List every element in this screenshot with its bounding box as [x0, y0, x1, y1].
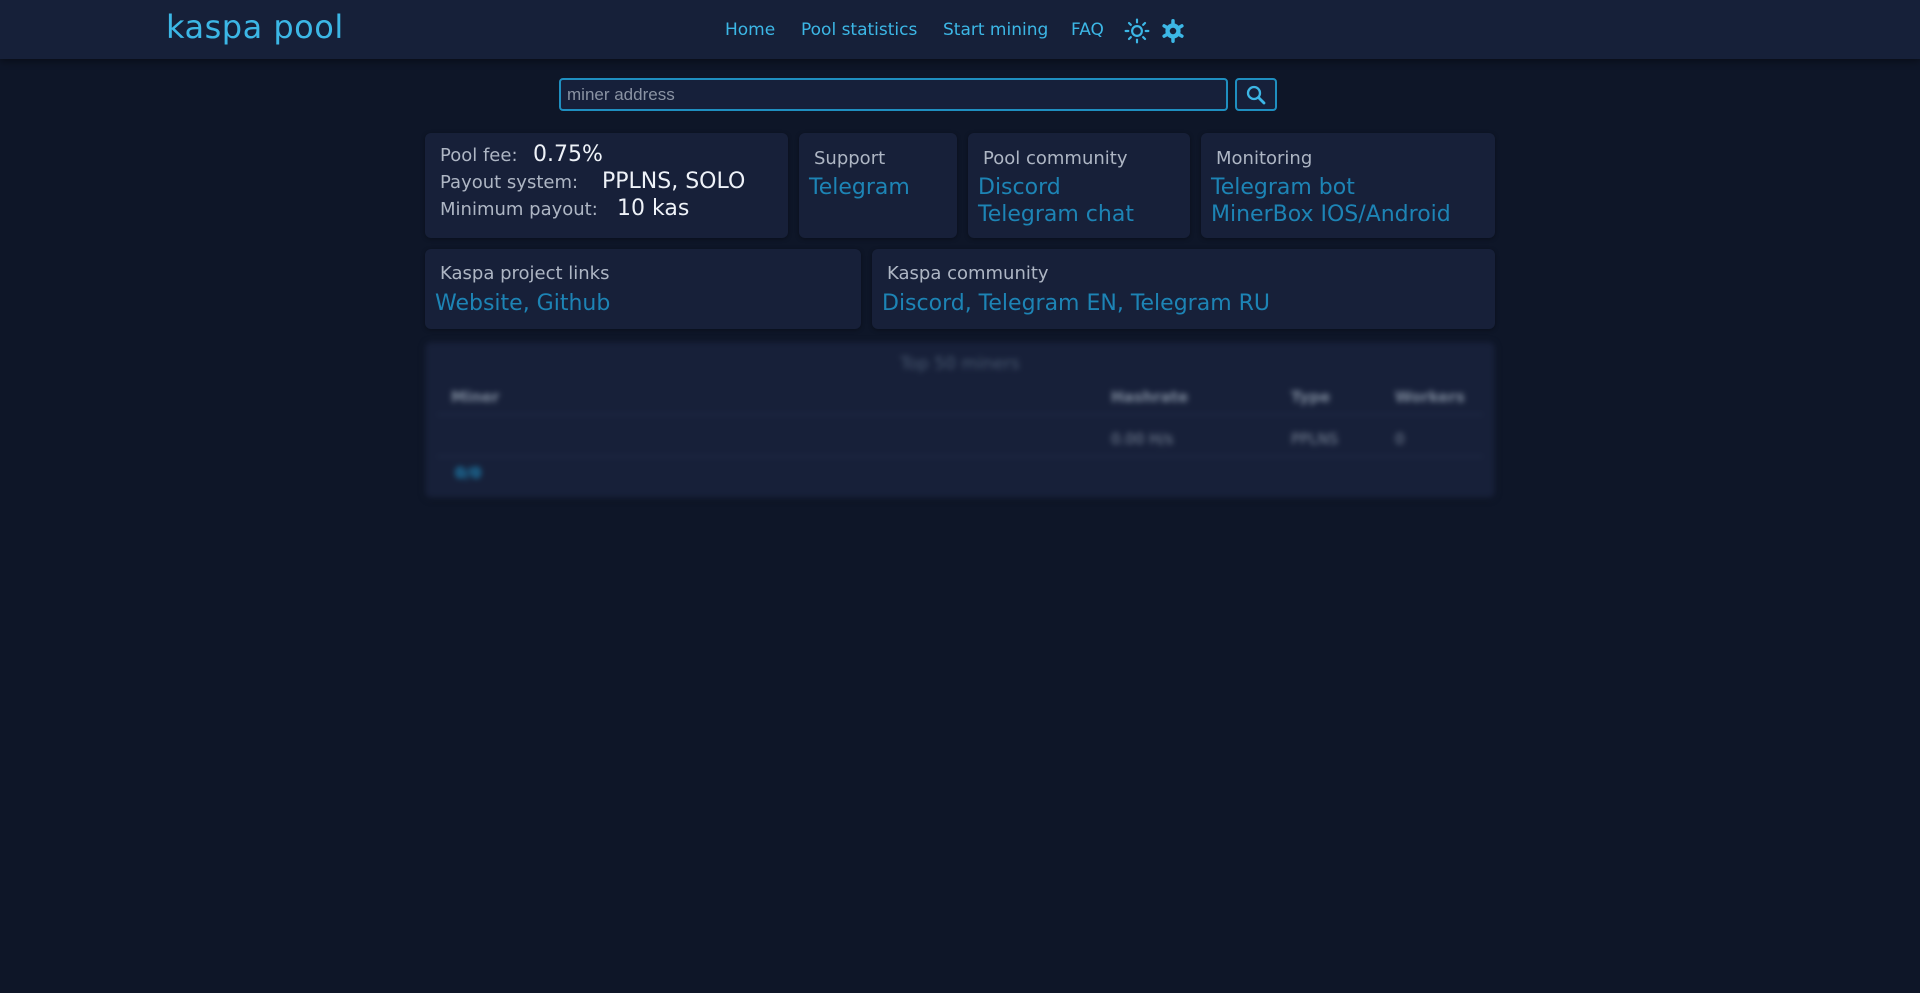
payout-system-value: PPLNS, SOLO	[602, 169, 746, 194]
cell-hashrate: 0.00 H/s	[1111, 430, 1174, 448]
monitoring-telegram-bot-link[interactable]: Telegram bot	[1211, 175, 1355, 200]
monitoring-minerbox-link[interactable]: MinerBox IOS/Android	[1211, 202, 1451, 227]
monitoring-title: Monitoring	[1216, 148, 1313, 169]
pool-info-card: Pool fee: 0.75% Payout system: PPLNS, SO…	[425, 133, 788, 238]
gear-icon[interactable]	[1160, 18, 1186, 44]
sun-icon[interactable]	[1124, 18, 1150, 44]
nav-faq[interactable]: FAQ	[1071, 20, 1104, 40]
nav-home[interactable]: Home	[725, 20, 775, 40]
pool-community-discord-link[interactable]: Discord	[978, 175, 1061, 200]
column-header-type[interactable]: Type	[1291, 388, 1330, 406]
support-card: Support Telegram	[799, 133, 957, 238]
support-telegram-link[interactable]: Telegram	[809, 175, 910, 200]
kaspa-community-card: Kaspa community Discord, Telegram EN, Te…	[872, 249, 1495, 329]
cell-type: PPLNS	[1291, 430, 1339, 448]
payout-system-label: Payout system:	[440, 172, 579, 193]
nav-start-mining[interactable]: Start mining	[943, 20, 1048, 40]
support-title: Support	[814, 148, 886, 169]
nav-pool-statistics[interactable]: Pool statistics	[801, 20, 917, 40]
column-header-hashrate[interactable]: Hashrate	[1111, 388, 1188, 406]
column-header-workers[interactable]: Workers	[1395, 388, 1465, 406]
search-icon	[1246, 85, 1266, 104]
header-divider	[437, 414, 1483, 415]
minimum-payout-label: Minimum payout:	[440, 199, 598, 220]
cell-workers: 0	[1395, 430, 1405, 448]
monitoring-card: Monitoring Telegram bot MinerBox IOS/And…	[1201, 133, 1495, 238]
pool-community-title: Pool community	[983, 148, 1128, 169]
search-button[interactable]	[1235, 78, 1277, 111]
top-miners-title: Top 50 miners	[900, 354, 1020, 374]
pool-fee-label: Pool fee:	[440, 145, 518, 166]
miner-address-input[interactable]	[559, 78, 1228, 111]
brand-logo[interactable]: kaspa pool	[166, 8, 344, 46]
pool-community-telegram-chat-link[interactable]: Telegram chat	[978, 202, 1134, 227]
top-navbar: kaspa pool Home Pool statistics Start mi…	[0, 0, 1920, 59]
pool-community-card: Pool community Discord Telegram chat	[968, 133, 1190, 238]
kaspa-community-links[interactable]: Discord, Telegram EN, Telegram RU	[882, 291, 1270, 316]
row-divider	[437, 456, 1483, 457]
kaspa-community-title: Kaspa community	[887, 263, 1049, 284]
kaspa-project-links-card: Kaspa project links Website, Github	[425, 249, 861, 329]
pagination[interactable]: 0/0	[455, 464, 481, 482]
kaspa-project-links-title: Kaspa project links	[440, 263, 610, 284]
column-header-miner[interactable]: Miner	[451, 388, 499, 406]
pool-fee-value: 0.75%	[533, 142, 603, 167]
minimum-payout-value: 10 kas	[617, 196, 690, 221]
kaspa-project-links[interactable]: Website, Github	[435, 291, 610, 316]
top-miners-panel: Top 50 miners Miner Hashrate Type Worker…	[425, 342, 1495, 498]
